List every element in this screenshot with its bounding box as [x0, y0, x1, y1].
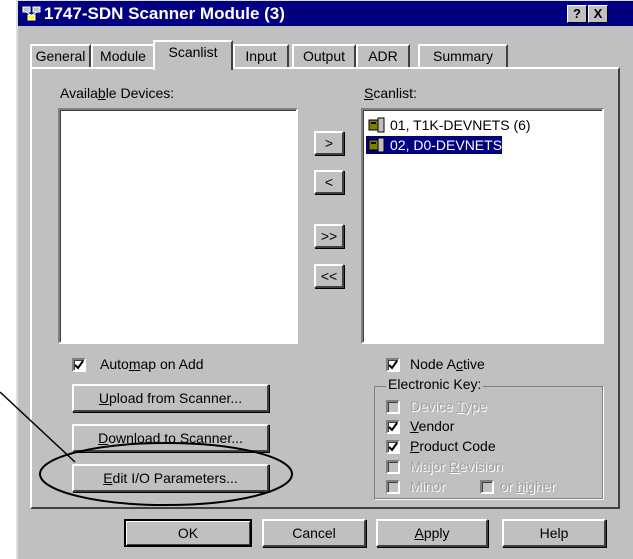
tab-output[interactable]: Output [292, 44, 356, 68]
ok-button[interactable]: OK [124, 519, 252, 547]
tab-module[interactable]: Module [91, 44, 155, 68]
download-to-scanner-button[interactable]: Download to Scanner... [72, 424, 269, 452]
tab-adr[interactable]: ADR [356, 44, 410, 68]
dialog-window: 1747-SDN Scanner Module (3) ? X General … [16, 0, 633, 559]
tab-summary[interactable]: Summary [418, 44, 508, 68]
product-code-label: Product Code [410, 438, 496, 454]
or-higher-checkbox[interactable] [480, 480, 494, 494]
check-mark-icon [74, 360, 84, 370]
device-type-checkbox[interactable] [386, 400, 400, 414]
automap-label: Automap on Add [100, 356, 204, 372]
title-bar[interactable]: 1747-SDN Scanner Module (3) ? X [18, 1, 633, 26]
add-all-devices-button[interactable]: >> [314, 224, 344, 248]
node-active-checkbox[interactable] [386, 358, 400, 372]
scanlist-label: Scanlist: [364, 85, 417, 101]
close-title-button[interactable]: X [588, 5, 608, 23]
cancel-button[interactable]: Cancel [262, 519, 366, 547]
vendor-label: Vendor [410, 418, 455, 434]
tab-general[interactable]: General [30, 44, 91, 68]
apply-button[interactable]: Apply [376, 519, 488, 547]
minor-checkbox[interactable] [386, 480, 400, 494]
electronic-key-label: Electronic Key: [386, 376, 484, 392]
remove-device-button[interactable]: < [314, 170, 344, 194]
tab-input[interactable]: Input [233, 44, 289, 68]
check-mark-icon [388, 442, 398, 452]
device-type-label: Device Type [410, 398, 487, 414]
available-devices-list[interactable] [58, 108, 298, 344]
scanlist-panel: Available Devices: > < >> << Scanlist: 0… [30, 67, 620, 509]
scanlist-list[interactable]: 01, T1K-DEVNETS (6) 02, D0-DEVNETS [361, 108, 604, 344]
check-mark-icon [388, 360, 398, 370]
remove-all-devices-button[interactable]: << [314, 264, 344, 288]
edit-io-parameters-button[interactable]: Edit I/O Parameters... [72, 464, 269, 492]
or-higher-label: or higher [500, 478, 556, 494]
product-code-checkbox[interactable] [386, 440, 400, 454]
upload-from-scanner-button[interactable]: Upload from Scanner... [72, 384, 269, 412]
vendor-checkbox[interactable] [386, 420, 400, 434]
device-icon [368, 137, 385, 153]
major-revision-label: Major Revision [410, 458, 503, 474]
device-icon [368, 117, 385, 133]
window-title: 1747-SDN Scanner Module (3) [44, 4, 285, 23]
check-mark-icon [388, 422, 398, 432]
help-title-button[interactable]: ? [567, 5, 587, 23]
available-devices-label: Available Devices: [60, 85, 175, 101]
network-config-icon [22, 6, 41, 21]
tab-scanlist[interactable]: Scanlist [153, 40, 233, 70]
minor-label: Minor [410, 478, 446, 494]
automap-checkbox[interactable] [72, 358, 86, 372]
help-button[interactable]: Help [502, 519, 606, 547]
node-active-label: Node Active [410, 356, 485, 372]
scanlist-item[interactable]: 01, T1K-DEVNETS (6) [366, 116, 531, 134]
scanlist-item-selected[interactable]: 02, D0-DEVNETS [364, 135, 504, 155]
major-revision-checkbox[interactable] [386, 460, 400, 474]
add-device-button[interactable]: > [314, 131, 344, 155]
